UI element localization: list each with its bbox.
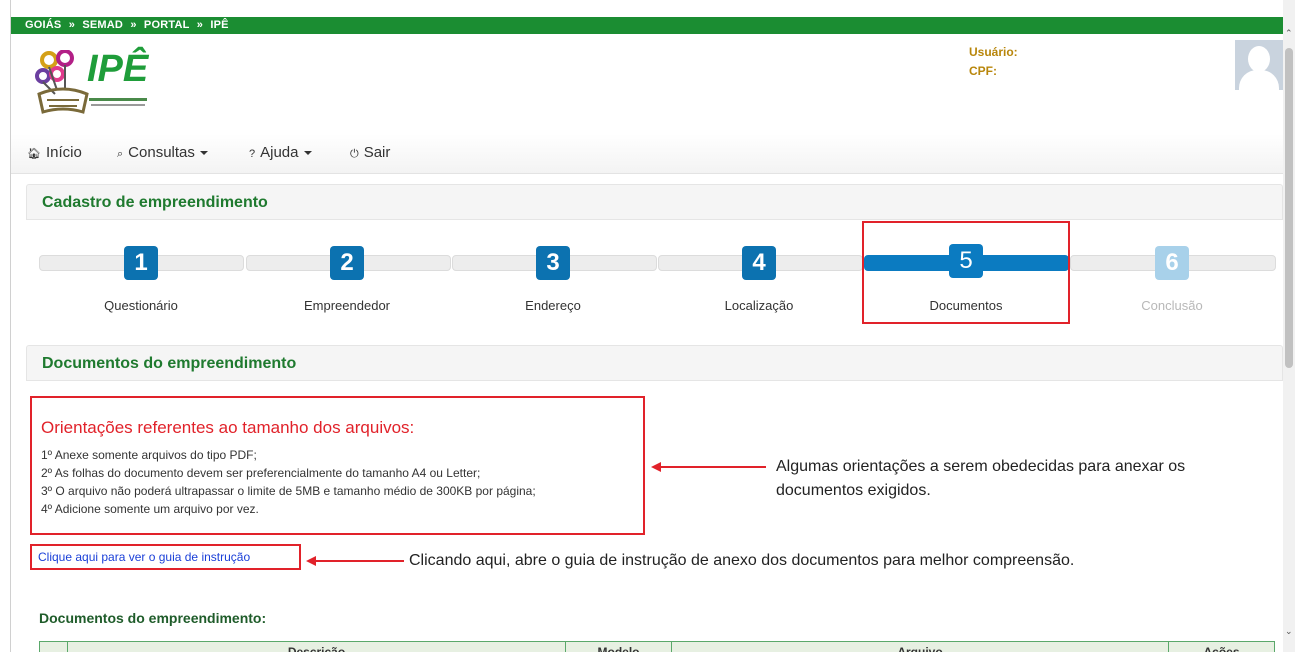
scroll-thumb[interactable] — [1285, 48, 1293, 368]
orientacao-2: 2º As folhas do documento devem ser pref… — [41, 466, 481, 480]
wizard-step-2[interactable]: 2 — [330, 246, 364, 280]
search-icon: ⌕ — [117, 148, 124, 160]
orientacao-3: 3º O arquivo não poderá ultrapassar o li… — [41, 484, 536, 498]
scrollbar[interactable]: ⌃ ⌄ — [1283, 0, 1295, 652]
cadastro-header: Cadastro de empreendimento — [26, 184, 1283, 220]
main-nav: 🏠︎ Início ⌕ Consultas ? Ajuda ⏻ Sair — [11, 134, 1283, 174]
usuario-label: Usuário: — [969, 45, 1018, 59]
breadcrumb-item-goias[interactable]: GOIÁS — [25, 19, 61, 31]
wizard-step-4[interactable]: 4 — [742, 246, 776, 280]
cpf-label: CPF: — [969, 64, 997, 78]
documentos-title: Documentos do empreendimento — [42, 355, 297, 372]
cadastro-title: Cadastro de empreendimento — [42, 194, 268, 211]
orientacoes-title: Orientações referentes ao tamanho dos ar… — [41, 418, 415, 437]
col-acoes[interactable]: Ações — [1169, 642, 1274, 652]
orientacao-1: 1º Anexe somente arquivos do tipo PDF; — [41, 448, 257, 462]
avatar-head — [1248, 46, 1270, 72]
home-icon: 🏠︎ — [27, 148, 41, 160]
wizard-label-questionario[interactable]: Questionário — [41, 298, 241, 313]
breadcrumb-item-portal[interactable]: PORTAL — [144, 19, 190, 31]
annotation-arrow-line — [659, 466, 766, 468]
question-icon: ? — [249, 148, 256, 160]
breadcrumb-item-ipe[interactable]: IPÊ — [210, 19, 228, 31]
nav-consultas[interactable]: ⌕ Consultas — [117, 144, 208, 161]
annotation-orientacoes-line-1: Algumas orientações a serem obedecidas p… — [776, 458, 1186, 475]
avatar-body — [1239, 70, 1279, 90]
annotation-orientacoes: Algumas orientações a serem obedecidas p… — [776, 455, 1185, 503]
nav-sair-label: Sair — [363, 144, 391, 161]
highlight-documentos-step — [862, 221, 1070, 324]
wizard-step-3[interactable]: 3 — [536, 246, 570, 280]
avatar[interactable] — [1235, 40, 1283, 90]
user-info: Usuário: CPF: — [969, 43, 1018, 81]
docs-list-title: Documentos do empreendimento: — [39, 610, 267, 626]
col-arquivo[interactable]: Arquivo — [672, 642, 1169, 652]
nav-ajuda-label: Ajuda — [260, 144, 299, 161]
nav-consultas-label: Consultas — [128, 144, 195, 161]
brand-tagline-graphic — [89, 98, 147, 106]
wizard-step-6: 6 — [1155, 246, 1189, 280]
chevron-down-icon — [303, 151, 312, 156]
col-modelo[interactable]: Modelo — [566, 642, 672, 652]
page-frame: GOIÁS » SEMAD » PORTAL » IPÊ IPÊ Usuário… — [10, 0, 1283, 652]
guide-link[interactable]: Clique aqui para ver o guia de instrução — [38, 550, 250, 564]
breadcrumb: GOIÁS » SEMAD » PORTAL » IPÊ — [11, 17, 1283, 34]
documentos-header: Documentos do empreendimento — [26, 345, 1283, 381]
nav-ajuda[interactable]: ? Ajuda — [249, 144, 312, 161]
nav-inicio-label: Início — [45, 144, 82, 161]
chevron-down-icon — [199, 151, 208, 156]
breadcrumb-separator: » — [68, 19, 76, 31]
ipe-logo[interactable]: IPÊ — [35, 46, 195, 121]
docs-table-header: Descrição Modelo Arquivo Ações — [39, 641, 1275, 652]
brand-name: IPÊ — [87, 48, 149, 90]
orientacao-4: 4º Adicione somente um arquivo por vez. — [41, 502, 259, 516]
power-icon: ⏻ — [350, 148, 359, 160]
nav-sair[interactable]: ⏻ Sair — [350, 144, 390, 161]
annotation-arrow-line — [314, 560, 404, 562]
breadcrumb-separator: » — [196, 19, 204, 31]
annotation-orientacoes-line-2: documentos exigidos. — [776, 482, 931, 499]
wizard-label-conclusao: Conclusão — [1141, 298, 1203, 313]
breadcrumb-separator: » — [130, 19, 137, 31]
col-index — [40, 642, 68, 652]
scroll-down-icon[interactable]: ⌄ — [1285, 626, 1293, 637]
wizard-label-empreendedor[interactable]: Empreendedor — [247, 298, 447, 313]
nav-inicio[interactable]: 🏠︎ Início — [27, 144, 82, 161]
wizard-step-1[interactable]: 1 — [124, 246, 158, 280]
ipe-flower-icon — [35, 50, 89, 114]
scroll-up-icon[interactable]: ⌃ — [1285, 28, 1293, 39]
col-descricao[interactable]: Descrição — [68, 642, 566, 652]
breadcrumb-item-semad[interactable]: SEMAD — [82, 19, 123, 31]
annotation-guide: Clicando aqui, abre o guia de instrução … — [409, 552, 1075, 569]
wizard-label-endereco[interactable]: Endereço — [453, 298, 653, 313]
wizard-label-localizacao[interactable]: Localização — [659, 298, 859, 313]
